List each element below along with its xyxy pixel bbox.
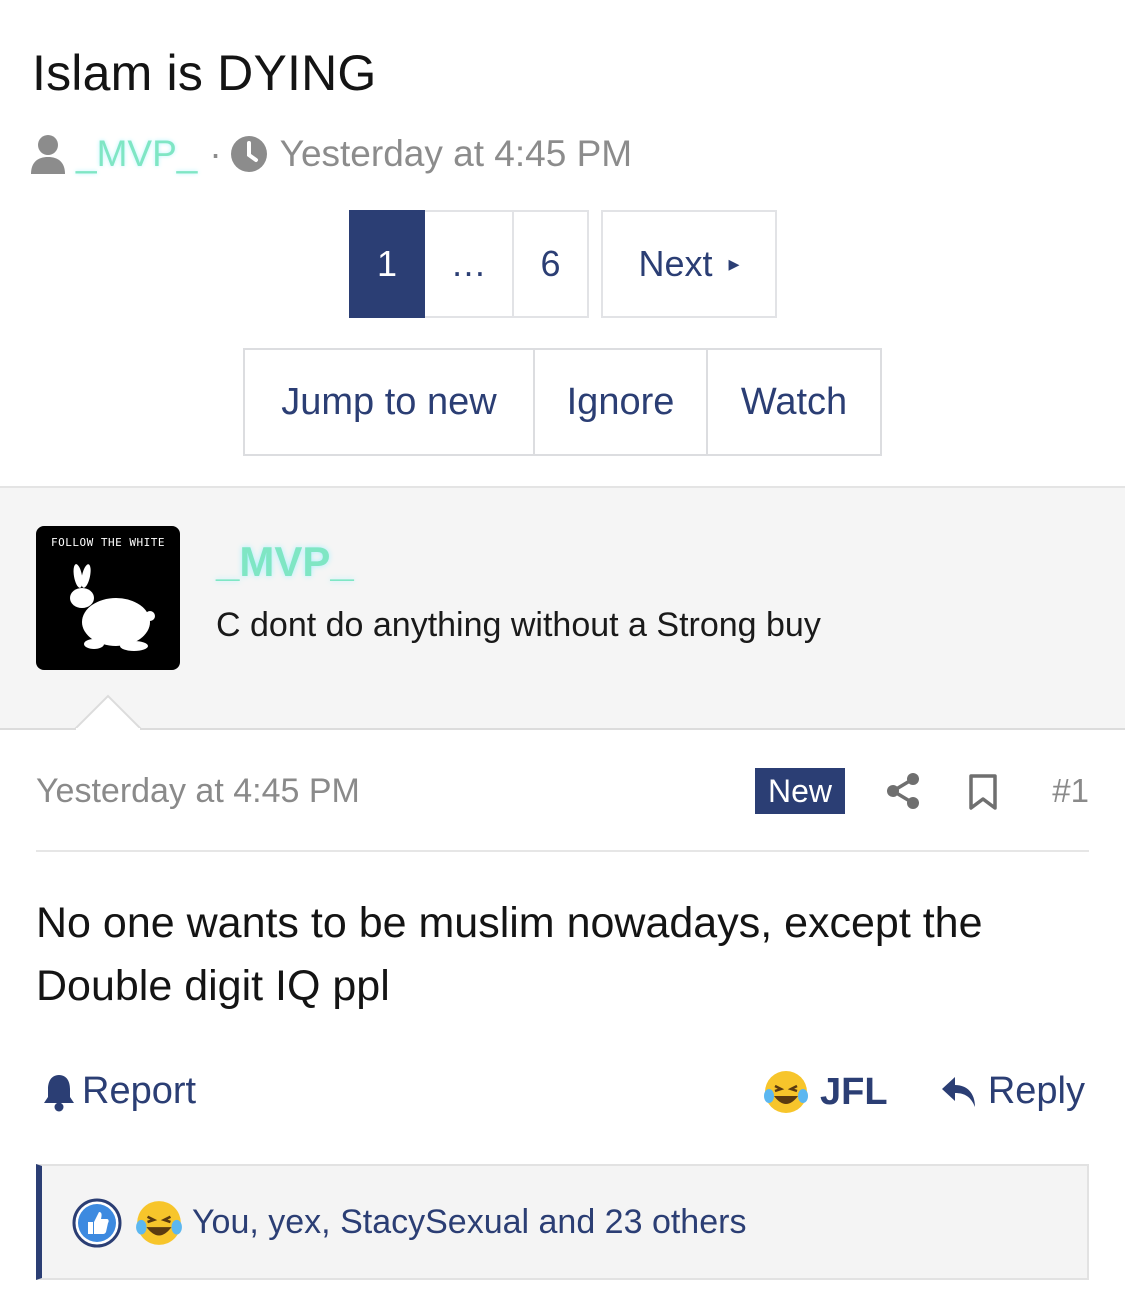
reactors-list[interactable]: You, yex, StacySexual and 23 others — [192, 1203, 746, 1242]
post-time[interactable]: Yesterday at 4:45 PM — [36, 772, 360, 811]
caret-right-icon: ▸ — [728, 251, 740, 276]
report-label: Report — [82, 1070, 197, 1112]
page-1-button[interactable]: 1 — [349, 210, 425, 318]
bell-icon — [44, 1074, 74, 1111]
page-6-button[interactable]: 6 — [514, 210, 589, 318]
thread-meta: _MVP_ · Yesterday at 4:45 PM — [30, 132, 632, 176]
post-divider — [36, 850, 1089, 852]
reply-arrow-icon — [941, 1076, 975, 1107]
react-jfl-button[interactable]: JFL — [762, 1068, 888, 1116]
next-page-label: Next — [638, 243, 713, 284]
reply-button[interactable]: Reply — [940, 1070, 1085, 1113]
jfl-label: JFL — [820, 1070, 888, 1113]
share-icon[interactable] — [886, 772, 920, 810]
avatar-caption: FOLLOW THE WHITE — [51, 536, 165, 549]
watch-button[interactable]: Watch — [708, 348, 882, 456]
next-page-button[interactable]: Next ▸ — [601, 210, 777, 318]
user-signature: C dont do anything without a Strong buy — [216, 606, 821, 644]
post-author-name[interactable]: _MVP_ — [216, 538, 354, 586]
post-number-link[interactable]: #1 — [1052, 772, 1089, 810]
laughing-emoji-icon — [764, 1071, 808, 1113]
thread-actions: Jump to new Ignore Watch — [243, 348, 882, 456]
like-icon — [72, 1198, 122, 1248]
report-button[interactable]: Report — [42, 1070, 196, 1113]
post-body: No one wants to be muslim nowadays, exce… — [36, 899, 983, 1010]
user-icon — [31, 135, 65, 174]
thread-author-link[interactable]: _MVP_ — [76, 133, 197, 175]
meta-separator: · — [209, 133, 222, 174]
reply-label: Reply — [987, 1070, 1085, 1112]
post-user-panel: FOLLOW THE WHITE _MVP_ C dont do anythin… — [0, 486, 1125, 730]
ignore-button[interactable]: Ignore — [535, 348, 708, 456]
new-badge: New — [755, 768, 845, 814]
panel-pointer — [74, 694, 142, 730]
post-footer: Report JFL Reply — [36, 1066, 1089, 1122]
reactions-bar[interactable]: You, yex, StacySexual and 23 others — [36, 1164, 1089, 1280]
thread-title: Islam is DYING — [32, 45, 377, 101]
pagination: 1 … 6 Next ▸ — [349, 210, 777, 318]
rabbit-icon — [70, 564, 155, 651]
thread-posted-time[interactable]: Yesterday at 4:45 PM — [280, 133, 632, 175]
bookmark-icon[interactable] — [968, 774, 998, 810]
jump-to-new-button[interactable]: Jump to new — [243, 348, 535, 456]
laughing-emoji-icon — [136, 1201, 182, 1245]
page-jump-ellipsis[interactable]: … — [425, 210, 514, 318]
post-meta: Yesterday at 4:45 PM New #1 — [36, 768, 1089, 816]
clock-icon — [230, 136, 267, 172]
avatar[interactable]: FOLLOW THE WHITE — [36, 526, 180, 670]
